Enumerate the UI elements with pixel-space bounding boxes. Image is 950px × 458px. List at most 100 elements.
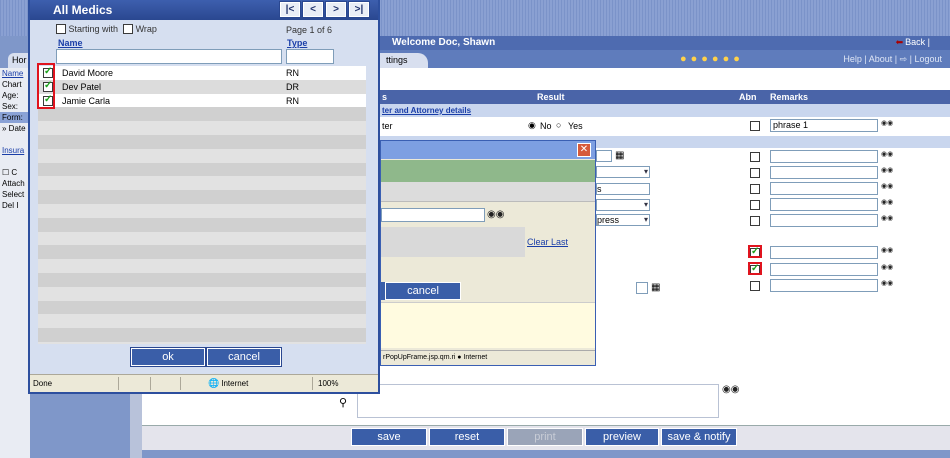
empty-row (38, 259, 366, 273)
medics-title: All Medics (53, 3, 113, 17)
empty-row (38, 162, 366, 177)
spinner-fragment[interactable] (636, 282, 648, 294)
left-panel-item (0, 156, 30, 167)
next-page-button[interactable]: > (325, 1, 347, 18)
tab-settings[interactable]: ttings (380, 53, 428, 68)
clear-last-link[interactable]: Clear Last (527, 237, 568, 247)
remarks-field[interactable] (770, 166, 878, 179)
starting-with-checkbox[interactable] (56, 24, 66, 34)
popup-grey-band (381, 182, 595, 202)
zoom-level[interactable]: 100% (318, 379, 338, 388)
empty-row (38, 203, 366, 218)
app-titlebar: Welcome Doc, Shawn Back | (380, 36, 950, 50)
chevron-down-icon: ▾ (643, 167, 648, 176)
reset-button[interactable]: reset (429, 428, 505, 446)
chevron-down-icon: ▾ (643, 215, 648, 224)
remarks-field[interactable] (770, 279, 878, 292)
popup-search-input[interactable] (381, 208, 485, 222)
remarks-field[interactable] (770, 198, 878, 211)
binoculars-icon[interactable]: ◉◉ (881, 214, 893, 222)
left-panel-item[interactable]: Insura (0, 145, 30, 156)
preview-button[interactable]: preview (585, 428, 659, 446)
back-link[interactable]: Back | (896, 37, 930, 48)
abn-checkbox[interactable] (750, 200, 760, 210)
cancel-button[interactable]: cancel (206, 347, 282, 367)
binoculars-icon[interactable]: ◉◉ (881, 279, 893, 287)
notes-textarea[interactable] (357, 384, 719, 418)
wrap-checkbox[interactable] (123, 24, 134, 34)
binoculars-icon[interactable]: ◉◉ (881, 246, 893, 254)
save-button[interactable]: save (351, 428, 427, 446)
highlight-frame (748, 245, 762, 258)
abn-checkbox[interactable] (750, 281, 760, 291)
toolbar-links[interactable]: Help | About | ⇨ | Logout (843, 54, 942, 65)
calendar-icon[interactable]: ▦ (651, 282, 660, 293)
left-panel-item: ☐ C (2, 168, 18, 177)
field-text: press (597, 215, 620, 225)
radio-yes-icon[interactable]: ○ (556, 120, 561, 130)
left-panel-item: Age: (2, 91, 19, 100)
medic-row[interactable]: David Moore RN (38, 66, 366, 80)
prev-page-button[interactable]: < (302, 1, 324, 18)
binoculars-icon[interactable]: ◉◉ (881, 263, 893, 271)
binoculars-icon[interactable]: ◉◉ (881, 198, 893, 206)
popup-cancel-button[interactable]: cancel (385, 282, 461, 300)
row-label: ter (382, 121, 393, 131)
first-page-button[interactable]: |< (279, 1, 301, 18)
empty-row (38, 217, 366, 232)
type-filter-input[interactable] (286, 49, 334, 64)
binoculars-icon[interactable]: ◉◉ (881, 119, 893, 127)
remarks-field[interactable] (770, 214, 878, 227)
abn-checkbox[interactable] (750, 152, 760, 162)
grid-header: s Result Abn Remarks (380, 90, 950, 104)
medics-list: David Moore RN Dev Patel DR Jamie Carla RN (38, 66, 366, 356)
radio-no-icon[interactable]: ◉ (528, 120, 536, 131)
empty-row (38, 300, 366, 315)
remarks-field[interactable]: phrase 1 (770, 119, 878, 132)
radio-no-label: No (540, 121, 552, 131)
column-header-name[interactable]: Name (58, 38, 83, 48)
remarks-field[interactable] (770, 150, 878, 163)
abn-checkbox[interactable] (750, 168, 760, 178)
medics-body: Starting with Wrap Page 1 of 6 Name Type… (34, 20, 374, 370)
select-fragment[interactable]: ▾ (596, 199, 650, 211)
ok-button[interactable]: ok (130, 347, 206, 367)
select-fragment[interactable]: press ▾ (596, 214, 650, 226)
binoculars-icon[interactable]: ◉◉ (881, 166, 893, 174)
close-icon[interactable]: ✕ (577, 143, 591, 157)
popup-green-band (381, 160, 595, 182)
left-panel-item[interactable]: Name (0, 68, 30, 79)
abn-checkbox[interactable] (750, 184, 760, 194)
medic-row[interactable]: Dev Patel DR (38, 79, 366, 94)
app-toolbar: ttings ●●●●●● Help | About | ⇨ | Logout (380, 50, 950, 68)
status-separator (312, 377, 313, 390)
search-icon[interactable]: ⚲ (339, 396, 347, 409)
print-button[interactable]: print (507, 428, 583, 446)
remarks-field[interactable] (770, 182, 878, 195)
medic-name: Dev Patel (62, 81, 102, 92)
last-page-button[interactable]: >| (348, 1, 370, 18)
abn-checkbox[interactable] (750, 121, 760, 131)
toolbar-icons[interactable]: ●●●●●● (680, 53, 744, 65)
select-fragment[interactable]: ▾ (596, 166, 650, 178)
name-filter-input[interactable] (56, 49, 282, 64)
remarks-field[interactable] (770, 246, 878, 259)
remarks-field[interactable] (770, 263, 878, 276)
underlying-popup: ✕ ◉◉ Clear Last cancel rPopUpFrame.jsp.q… (380, 140, 596, 366)
binoculars-icon[interactable]: ◉◉ (881, 150, 893, 158)
left-panel-item: Form: (0, 112, 30, 123)
binoculars-icon[interactable]: ◉◉ (881, 182, 893, 190)
status-text: Done (33, 379, 53, 388)
medic-row[interactable]: Jamie Carla RN (38, 93, 366, 108)
status-separator (180, 377, 181, 390)
section-link[interactable]: ter and Attorney details (380, 104, 950, 117)
calendar-icon[interactable]: ▦ (615, 150, 624, 161)
abn-checkbox[interactable] (750, 216, 760, 226)
field-fragment[interactable] (596, 150, 612, 162)
medic-type: RN (286, 95, 299, 106)
text-field-fragment[interactable]: s (596, 183, 650, 195)
binoculars-icon[interactable]: ◉◉ (722, 384, 739, 395)
save-notify-button[interactable]: save & notify (661, 428, 737, 446)
column-header-type[interactable]: Type (287, 38, 307, 48)
binoculars-icon[interactable]: ◉◉ (487, 209, 504, 220)
